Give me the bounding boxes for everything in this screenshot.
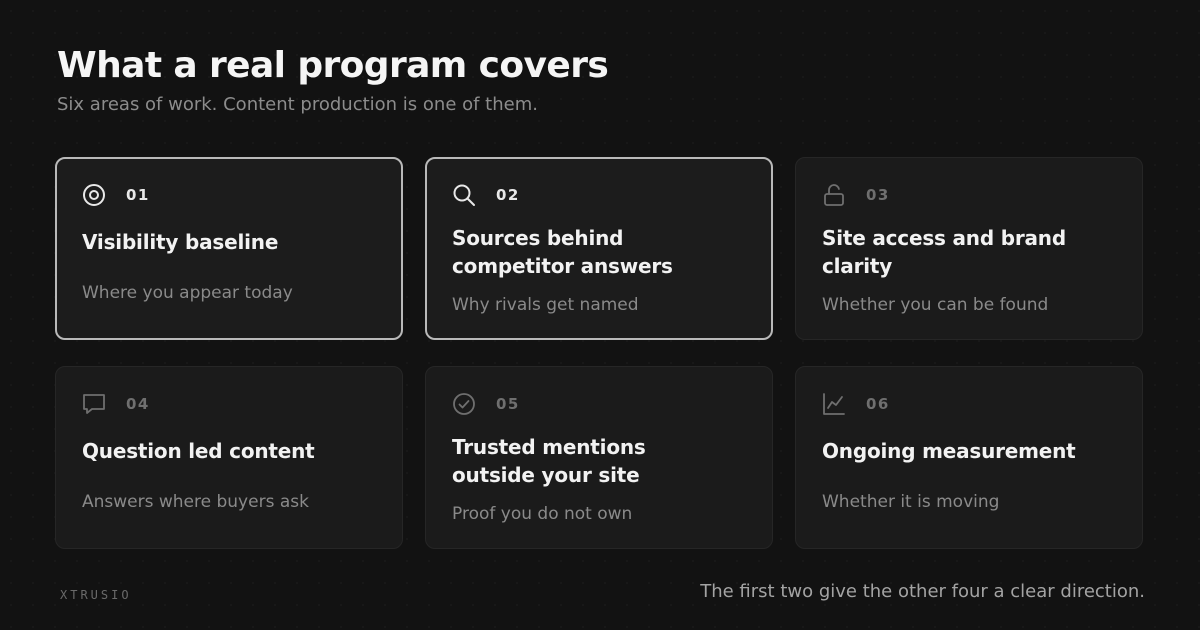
card-header: 01 [82, 182, 150, 208]
card-number: 01 [126, 186, 150, 204]
card-number: 03 [866, 186, 890, 204]
line-chart-icon [822, 392, 846, 416]
unlock-icon [822, 183, 846, 207]
card-header: 03 [822, 182, 890, 208]
card-description: Where you appear today [82, 283, 293, 303]
target-icon [82, 183, 106, 207]
card-description: Why rivals get named [452, 295, 639, 315]
search-icon [452, 183, 476, 207]
area-card-visibility-baseline: 01 Visibility baseline Where you appear … [55, 157, 403, 340]
card-title: Trusted mentions outside your site [452, 435, 646, 487]
card-description: Answers where buyers ask [82, 492, 309, 512]
card-title: Site access and brand clarity [822, 226, 1066, 278]
card-number: 05 [496, 395, 520, 413]
card-description: Whether it is moving [822, 492, 1000, 512]
card-header: 02 [452, 182, 520, 208]
card-title: Question led content [82, 439, 315, 463]
program-areas-grid: 01 Visibility baseline Where you appear … [55, 157, 1143, 549]
card-header: 06 [822, 391, 890, 417]
area-card-competitor-sources: 02 Sources behind competitor answers Why… [425, 157, 773, 340]
card-number: 04 [126, 395, 150, 413]
area-card-trusted-mentions: 05 Trusted mentions outside your site Pr… [425, 366, 773, 549]
card-title: Visibility baseline [82, 230, 279, 254]
area-card-ongoing-measurement: 06 Ongoing measurement Whether it is mov… [795, 366, 1143, 549]
page-title: What a real program covers [57, 45, 609, 86]
area-card-question-content: 04 Question led content Answers where bu… [55, 366, 403, 549]
card-description: Whether you can be found [822, 295, 1049, 315]
card-number: 02 [496, 186, 520, 204]
card-header: 04 [82, 391, 150, 417]
check-circle-icon [452, 392, 476, 416]
area-card-site-access: 03 Site access and brand clarity Whether… [795, 157, 1143, 340]
footer-note: The first two give the other four a clea… [700, 581, 1145, 602]
brand-wordmark: XTRUSIO [60, 588, 132, 602]
card-header: 05 [452, 391, 520, 417]
card-description: Proof you do not own [452, 504, 633, 524]
card-number: 06 [866, 395, 890, 413]
page-subtitle: Six areas of work. Content production is… [57, 94, 538, 115]
card-title: Sources behind competitor answers [452, 226, 673, 278]
card-title: Ongoing measurement [822, 439, 1076, 463]
message-icon [82, 392, 106, 416]
